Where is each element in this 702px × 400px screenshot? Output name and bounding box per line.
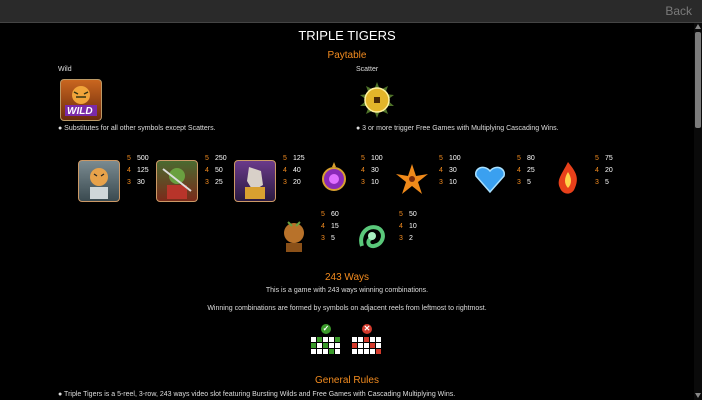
back-button[interactable]: Back xyxy=(665,4,692,18)
paytable-values: 5 250 4 50 3 25 xyxy=(205,155,227,186)
wild-symbol-icon: WILD xyxy=(60,79,102,121)
purple-orb-icon xyxy=(314,158,354,198)
paytable-values: 5 100 4 30 3 10 xyxy=(361,155,383,186)
paytable-heading: Paytable xyxy=(327,50,367,61)
general-rules-line-1: ● Triple Tigers is a 5-reel, 3-row, 243 … xyxy=(58,391,456,398)
scroll-down-arrow-icon[interactable] xyxy=(695,393,701,398)
bronze-tiger-statue-icon xyxy=(274,216,314,256)
paytable-values: 5 80 4 25 35 xyxy=(517,155,535,186)
blue-heart-gem-icon xyxy=(470,158,510,198)
turtle-warrior-icon xyxy=(156,160,198,202)
ways-line-2: Winning combinations are formed by symbo… xyxy=(207,305,487,312)
general-rules-heading: General Rules xyxy=(315,375,379,386)
game-title: TRIPLE TIGERS xyxy=(298,28,396,43)
paytable-values: 5 100 4 30 3 10 xyxy=(439,155,461,186)
invalid-ways-example xyxy=(352,337,382,355)
wild-label: Wild xyxy=(58,66,72,73)
tiger-warrior-icon xyxy=(78,160,120,202)
fire-gem-icon xyxy=(548,158,588,198)
wild-description: ● Substitutes for all other symbols exce… xyxy=(58,125,216,132)
jade-dragon-icon xyxy=(352,216,392,256)
scatter-coin-icon xyxy=(357,80,397,120)
cross-icon: ✕ xyxy=(362,324,372,334)
horse-warrior-icon xyxy=(234,160,276,202)
scroll-thumb[interactable] xyxy=(695,32,701,128)
scroll-up-arrow-icon[interactable] xyxy=(695,24,701,29)
paytable-values: 5 60 4 15 35 xyxy=(321,211,339,242)
ways-heading: 243 Ways xyxy=(324,272,370,283)
valid-ways-example xyxy=(311,337,341,355)
ways-line-1: This is a game with 243 ways winning com… xyxy=(265,287,429,294)
check-icon: ✓ xyxy=(321,324,331,334)
paytable-values: 5 500 4 125 3 30 xyxy=(127,155,149,186)
paytable-values: 5 125 4 40 3 20 xyxy=(283,155,305,186)
paytable-values: 5 50 4 10 32 xyxy=(399,211,417,242)
scatter-label: Scatter xyxy=(356,66,379,73)
top-bar: Back xyxy=(0,0,702,23)
orange-lily-icon xyxy=(392,158,432,198)
wild-symbol-text: WILD xyxy=(67,106,93,117)
paytable-values: 5 75 4 20 35 xyxy=(595,155,613,186)
scatter-description: ● 3 or more trigger Free Games with Mult… xyxy=(356,125,559,132)
